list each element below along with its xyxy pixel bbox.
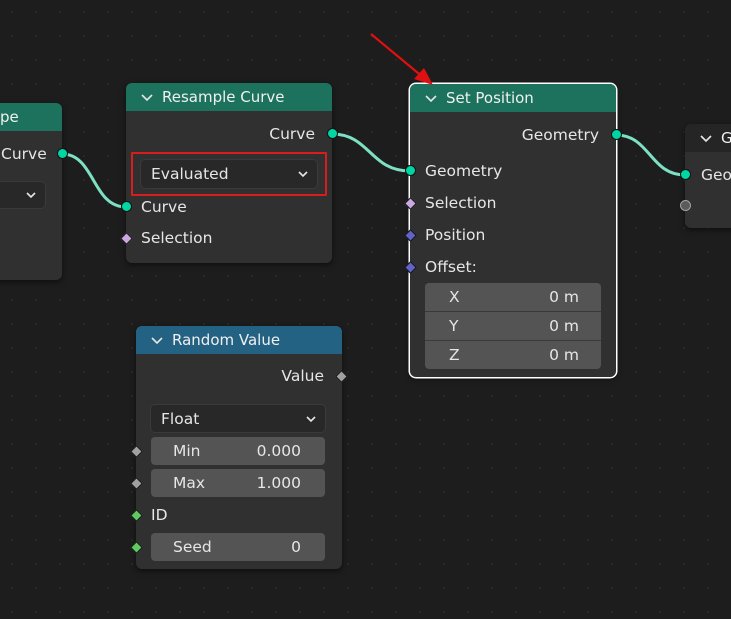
- resample-output-curve-label: Curve: [269, 125, 315, 143]
- left-node-title: pe: [0, 108, 19, 126]
- random-max-label: Max: [173, 474, 206, 492]
- offset-x-label: X: [449, 288, 460, 306]
- resample-input-curve-label: Curve: [141, 198, 187, 216]
- random-data-type-value: Float: [161, 409, 200, 428]
- right-node-geometry-input-socket[interactable]: [680, 169, 691, 180]
- resample-input-selection-label: Selection: [141, 229, 213, 247]
- right-node-secondary-input-socket[interactable]: [680, 200, 691, 211]
- random-value-node[interactable]: Random Value Value Float Min 0.000 Max 1…: [136, 326, 342, 569]
- setpos-input-geometry-label: Geometry: [425, 162, 503, 180]
- setpos-input-selection-label: Selection: [425, 194, 497, 212]
- resample-curve-title: Resample Curve: [162, 88, 285, 106]
- random-value-header[interactable]: Random Value: [136, 326, 342, 354]
- chevron-down-icon[interactable]: [424, 91, 438, 105]
- node-editor-canvas[interactable]: [0, 0, 731, 619]
- random-data-type-dropdown[interactable]: Float: [150, 404, 326, 433]
- resample-curve-header[interactable]: Resample Curve: [126, 83, 332, 111]
- offset-x-field[interactable]: X 0 m: [425, 283, 601, 312]
- left-node-curve-output-socket[interactable]: [57, 148, 68, 159]
- setpos-input-offset-label: Offset:: [425, 258, 477, 276]
- resample-output-curve-socket[interactable]: [327, 128, 338, 139]
- chevron-down-icon[interactable]: [699, 131, 713, 145]
- setpos-output-geometry-label: Geometry: [521, 126, 599, 144]
- right-node-header[interactable]: G: [685, 124, 731, 152]
- right-node-geometry-label: Geo: [701, 166, 731, 184]
- chevron-down-icon[interactable]: [150, 333, 164, 347]
- random-id-label: ID: [151, 506, 168, 524]
- random-max-field[interactable]: Max 1.000: [151, 469, 325, 497]
- random-min-field[interactable]: Min 0.000: [151, 437, 325, 465]
- chevron-down-icon[interactable]: [140, 90, 154, 104]
- random-value-title: Random Value: [172, 331, 281, 349]
- right-node[interactable]: G Geo: [685, 124, 731, 228]
- left-node-dropdown[interactable]: [0, 181, 46, 209]
- right-node-title: G: [721, 129, 731, 147]
- offset-vector-fields[interactable]: X 0 m Y 0 m Z 0 m: [425, 283, 601, 369]
- set-position-header[interactable]: Set Position: [410, 84, 616, 112]
- left-node-output-curve-label: Curve: [1, 145, 47, 163]
- offset-z-field[interactable]: Z 0 m: [425, 341, 601, 369]
- random-max-value: 1.000: [256, 474, 301, 492]
- left-node-header[interactable]: pe: [0, 103, 62, 131]
- setpos-input-geometry-socket[interactable]: [405, 165, 416, 176]
- offset-z-label: Z: [449, 346, 460, 364]
- random-seed-label: Seed: [173, 538, 212, 556]
- random-min-label: Min: [173, 442, 201, 460]
- setpos-input-position-label: Position: [425, 226, 486, 244]
- resample-input-curve-socket[interactable]: [121, 201, 132, 212]
- chevron-down-icon: [26, 192, 36, 199]
- random-output-value-label: Value: [281, 367, 324, 385]
- offset-z-value: 0 m: [549, 346, 579, 364]
- offset-x-value: 0 m: [549, 288, 579, 306]
- random-seed-field[interactable]: Seed 0: [151, 533, 325, 561]
- offset-y-value: 0 m: [549, 317, 579, 335]
- random-min-value: 0.000: [256, 442, 301, 460]
- chevron-down-icon: [306, 415, 316, 422]
- set-position-title: Set Position: [446, 89, 534, 107]
- setpos-output-geometry-socket[interactable]: [611, 129, 622, 140]
- left-node[interactable]: pe Curve: [0, 103, 62, 280]
- random-seed-value: 0: [291, 538, 301, 556]
- offset-y-label: Y: [449, 317, 459, 335]
- set-position-node[interactable]: Set Position Geometry Geometry Selection…: [410, 84, 616, 377]
- mode-highlight-annotation: [131, 152, 327, 196]
- offset-y-field[interactable]: Y 0 m: [425, 312, 601, 341]
